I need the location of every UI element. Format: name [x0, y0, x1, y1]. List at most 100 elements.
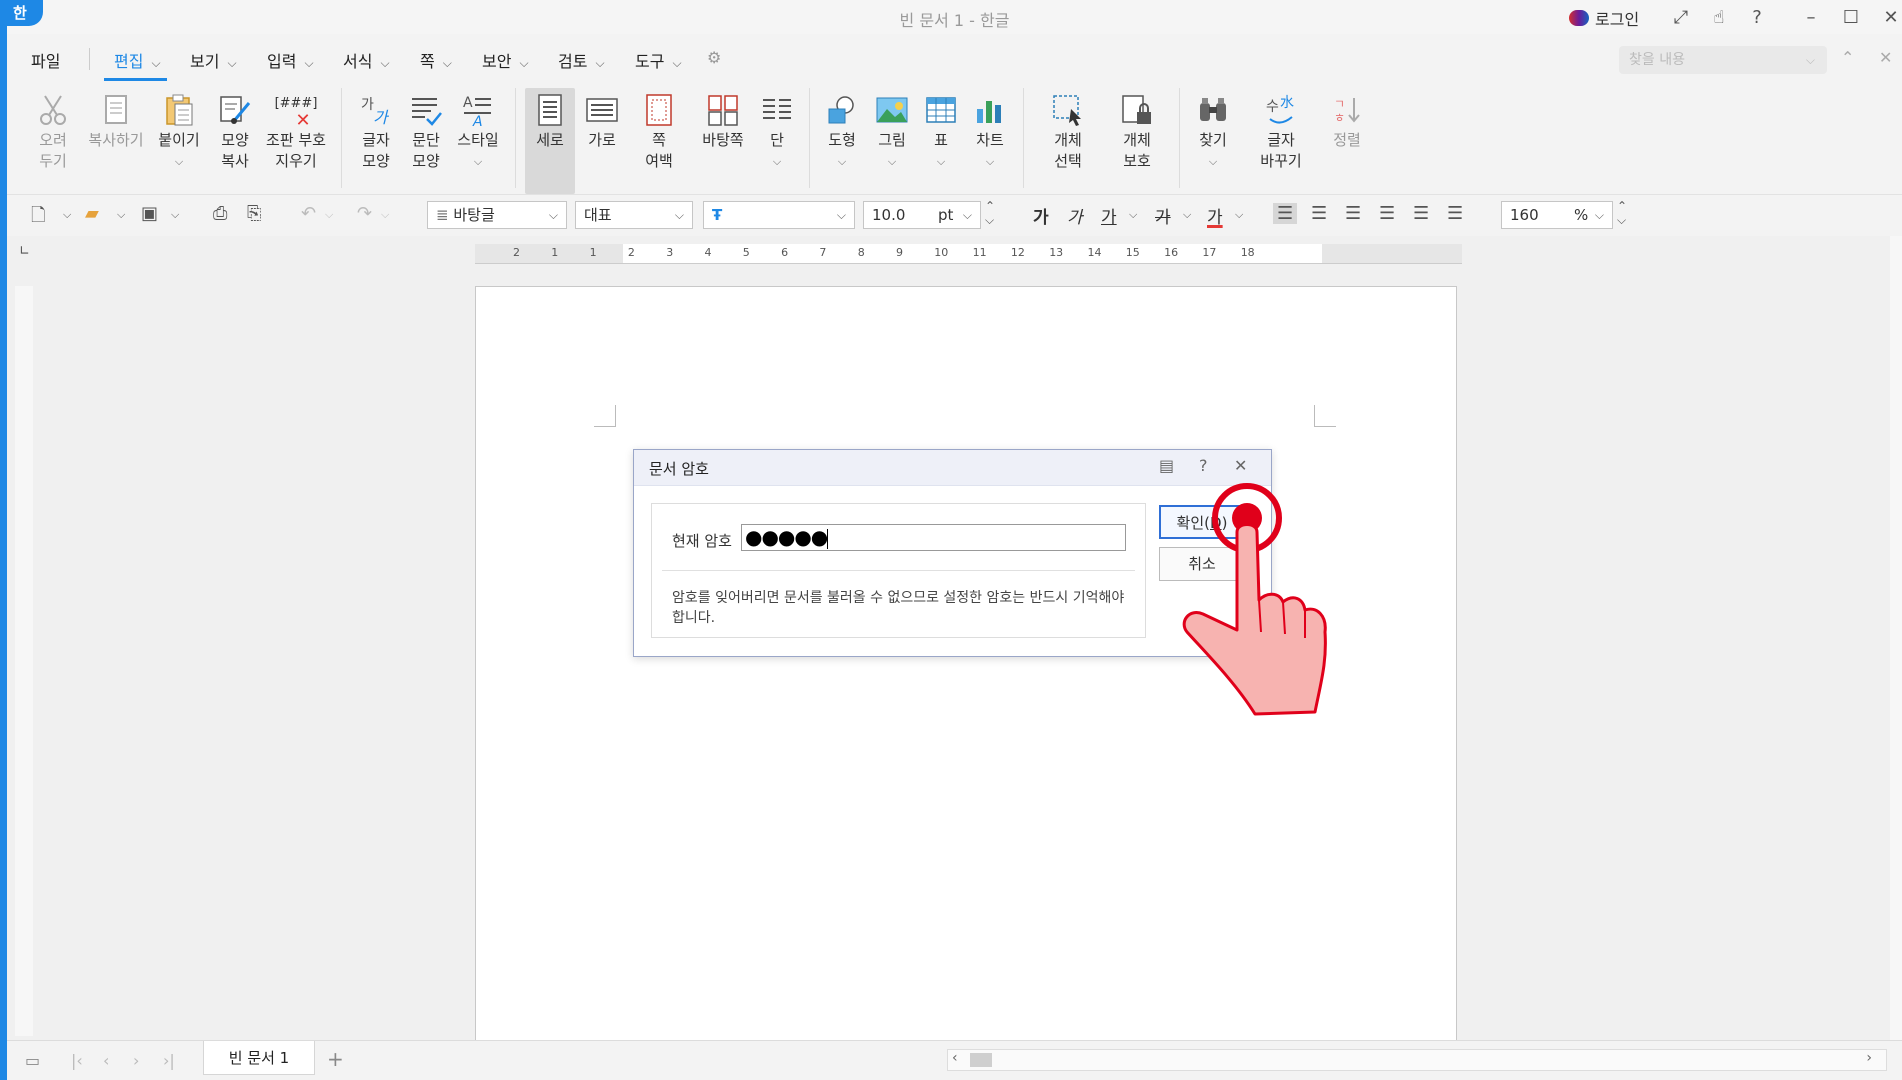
chevron-down-icon[interactable]: ⌵ [171, 208, 179, 222]
open-folder-icon[interactable]: ▰ [85, 203, 99, 224]
search-input[interactable]: 찾을 내용 ⌵ [1619, 46, 1827, 74]
chevron-down-icon[interactable]: ⌵ [1183, 208, 1191, 222]
cut-button[interactable]: 오려 두기 [31, 90, 75, 172]
chevron-down-icon[interactable]: ⌵ [381, 208, 389, 222]
align-divide-icon[interactable]: ☰ [1447, 203, 1463, 224]
menu-edit[interactable]: 편집 ⌵ [104, 48, 167, 81]
para-shape-button[interactable]: 문단 모양 [403, 90, 449, 172]
align-left-icon[interactable]: ☰ [1311, 203, 1327, 224]
scrollbar-thumb[interactable] [970, 1053, 992, 1067]
scroll-left-icon[interactable]: ‹ [952, 1050, 958, 1066]
comment-icon[interactable]: ▤ [1159, 456, 1174, 475]
chevron-down-icon[interactable]: ⌵ [117, 208, 125, 222]
font-color-button[interactable]: 가 [1207, 203, 1223, 228]
underline-button[interactable]: 가 [1101, 203, 1117, 228]
sort-button[interactable]: ㄱㅎ 정렬 [1327, 90, 1367, 151]
object-select-button[interactable]: 개체 선택 [1043, 90, 1093, 172]
print-preview-icon[interactable]: ⎘ [247, 203, 261, 224]
shape-button[interactable]: 도형 ⌵ [821, 90, 863, 172]
save-icon[interactable]: ▣ [141, 203, 158, 224]
portrait-button[interactable]: 세로 [525, 88, 575, 194]
minimize-icon[interactable]: – [1797, 4, 1825, 30]
collapse-ribbon-icon[interactable]: ⌃ [1841, 48, 1854, 67]
font-size-stepper[interactable]: ⌃ ⌵ [985, 199, 995, 227]
close-window-icon[interactable]: ✕ [1877, 4, 1902, 30]
align-justify-icon[interactable]: ☰ [1273, 203, 1298, 224]
align-distribute-icon[interactable]: ☰ [1413, 203, 1429, 224]
ruler-corner-icon[interactable]: ∟ [19, 244, 30, 259]
horizontal-scrollbar[interactable]: ‹ › [947, 1049, 1887, 1071]
document-tab[interactable]: 빈 문서 1 [203, 1041, 315, 1075]
close-icon[interactable]: ✕ [1234, 456, 1247, 475]
menu-file[interactable]: 파일 [31, 48, 60, 72]
font-lang-select[interactable]: 대표 ⌵ [575, 201, 693, 229]
chevron-down-icon[interactable]: ⌵ [1129, 208, 1137, 222]
strikethrough-button[interactable]: 가 [1155, 203, 1171, 228]
toolbar-options-icon[interactable]: ⚙ [707, 48, 721, 67]
prev-page-icon[interactable]: ‹ [103, 1051, 109, 1070]
menu-format[interactable]: 서식 ⌵ [343, 48, 390, 72]
print-icon[interactable]: ⎙ [213, 203, 227, 224]
redo-icon[interactable]: ↷ [357, 203, 372, 224]
help-icon[interactable]: ? [1743, 4, 1771, 30]
font-face-select[interactable]: Ŧ ⌵ [703, 201, 855, 229]
maximize-icon[interactable]: ☐ [1837, 4, 1865, 30]
object-protect-button[interactable]: 개체 보호 [1111, 90, 1163, 172]
ruler-tick-label: 18 [1240, 246, 1255, 259]
zoom-select[interactable]: 160% ⌵ [1501, 201, 1613, 229]
bold-button[interactable]: 가 [1033, 203, 1049, 228]
menu-insert[interactable]: 입력 ⌵ [267, 48, 314, 72]
copy-button[interactable]: 복사하기 [83, 90, 149, 151]
clear-marks-button[interactable]: [###] ✕ 조판 부호 지우기 [263, 90, 329, 172]
chevron-down-icon: ⌵ [519, 56, 529, 70]
login-button[interactable]: 로그인 [1569, 6, 1639, 30]
vertical-scrollbar[interactable] [1890, 236, 1902, 1040]
menu-page[interactable]: 쪽 ⌵ [420, 48, 452, 72]
fullscreen-icon[interactable]: ⤢ [1667, 4, 1695, 30]
view-mode-icon[interactable]: ▭ [25, 1051, 40, 1070]
columns-label: 단 [770, 131, 784, 149]
chevron-down-icon[interactable]: ⌵ [1235, 208, 1243, 222]
help-icon[interactable]: ? [1199, 456, 1208, 475]
table-button[interactable]: 표 ⌵ [921, 90, 961, 172]
touch-mode-icon[interactable]: ☝ [1705, 4, 1733, 30]
password-input[interactable]: ●●●●● [741, 524, 1126, 551]
chevron-down-icon[interactable]: ⌵ [63, 208, 71, 222]
page-margin-button[interactable]: 쪽 여백 [635, 90, 683, 172]
style-select[interactable]: ≣ 바탕글 ⌵ [427, 201, 567, 229]
char-shape-button[interactable]: 가가 글자 모양 [353, 90, 399, 172]
menu-view[interactable]: 보기 ⌵ [190, 48, 237, 72]
format-copy-button[interactable]: 모양 복사 [212, 90, 258, 172]
find-button[interactable]: 찾기 ⌵ [1193, 90, 1233, 172]
align-center-icon[interactable]: ☰ [1345, 203, 1361, 224]
vertical-ruler[interactable] [15, 286, 33, 1036]
background-page-button[interactable]: 바탕쪽 [695, 90, 751, 151]
undo-icon[interactable]: ↶ [301, 203, 316, 224]
picture-button[interactable]: 그림 ⌵ [871, 90, 913, 172]
align-right-icon[interactable]: ☰ [1379, 203, 1395, 224]
menu-review[interactable]: 검토 ⌵ [558, 48, 605, 72]
italic-button[interactable]: 가 [1067, 203, 1083, 228]
close-search-icon[interactable]: ✕ [1879, 48, 1892, 67]
chevron-down-icon[interactable]: ⌵ [325, 208, 333, 222]
zoom-stepper[interactable]: ⌃ ⌵ [1617, 199, 1627, 227]
chevron-down-icon: ⌵ [174, 155, 184, 168]
last-page-icon[interactable]: ›| [163, 1051, 175, 1070]
add-tab-button[interactable]: + [327, 1047, 344, 1071]
landscape-button[interactable]: 가로 [579, 90, 625, 151]
menu-security[interactable]: 보안 ⌵ [482, 48, 529, 72]
font-size-input[interactable]: 10.0 pt ⌵ [863, 201, 981, 229]
style-button[interactable]: AA 스타일 ⌵ [453, 90, 503, 172]
paste-button[interactable]: 붙이기 ⌵ [153, 90, 205, 172]
horizontal-ruler[interactable]: 2 1 1 2 3 4 5 6 7 8 9 10 11 12 13 14 15 16 17 18 [475, 244, 1462, 264]
new-document-icon[interactable]: 🗋 [31, 203, 45, 233]
next-page-icon[interactable]: › [133, 1051, 139, 1070]
columns-button[interactable]: 단 ⌵ [757, 90, 797, 172]
replace-chars-button[interactable]: 수水 글자 바꾸기 [1253, 90, 1309, 172]
scroll-right-icon[interactable]: › [1866, 1050, 1872, 1066]
paragraph-style-icon: ≣ [436, 206, 454, 224]
menu-tools[interactable]: 도구 ⌵ [635, 48, 682, 72]
ruler-tick-label: 14 [1087, 246, 1102, 259]
chart-button[interactable]: 차트 ⌵ [969, 90, 1011, 172]
first-page-icon[interactable]: |‹ [71, 1051, 83, 1070]
